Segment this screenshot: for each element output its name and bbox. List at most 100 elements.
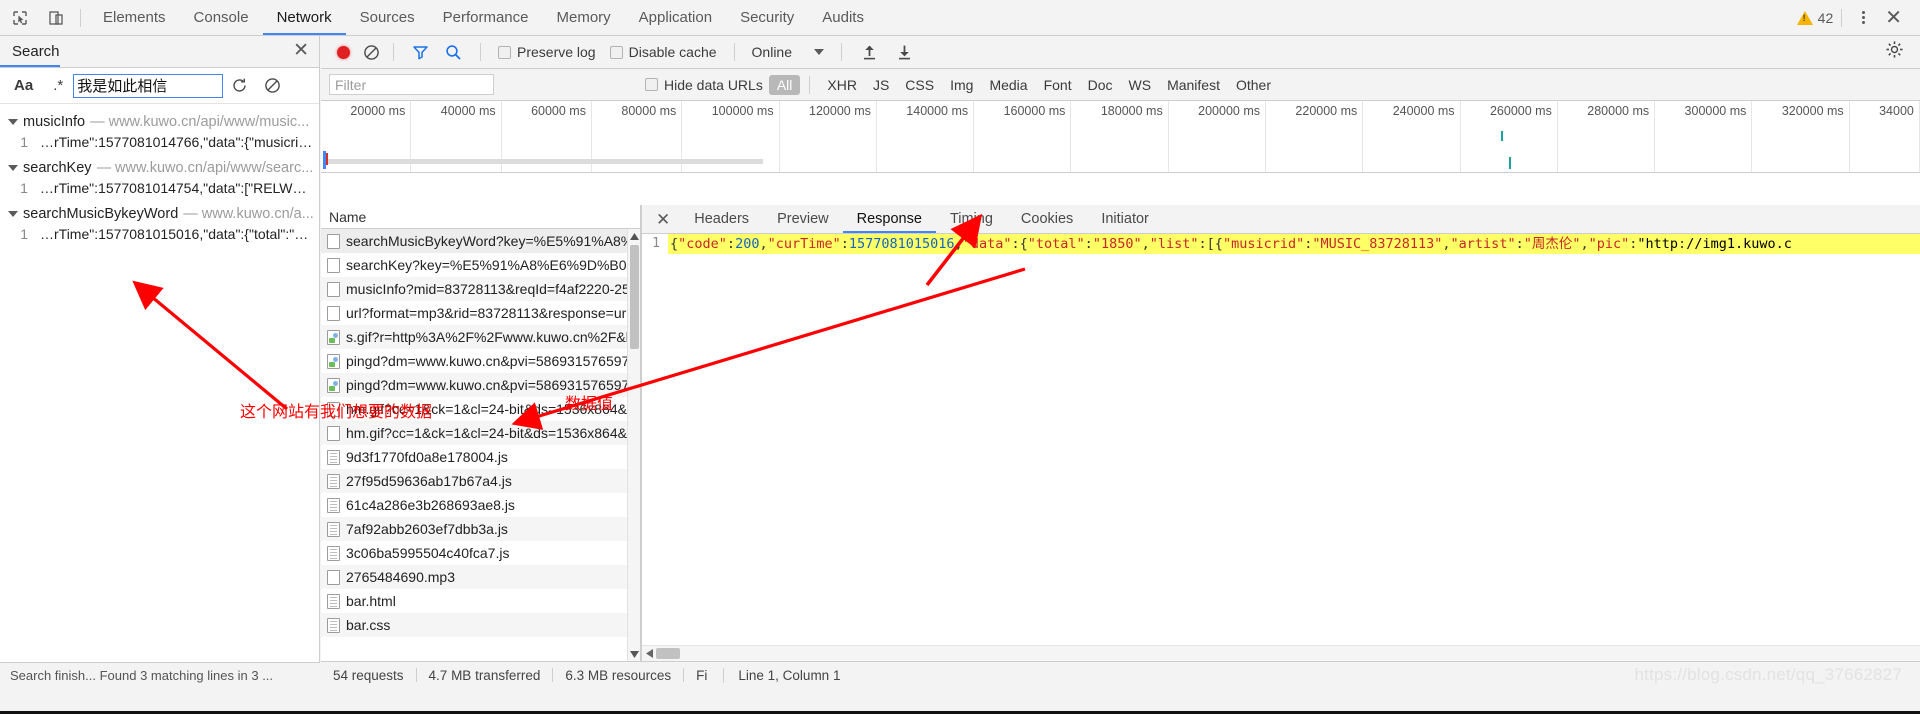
table-row[interactable]: searchMusicBykeyWord?key=%E5%91%A8%E6%9D…: [321, 229, 640, 253]
request-name: bar.html: [346, 593, 396, 609]
filter-icon[interactable]: [405, 44, 436, 60]
clear-search-icon[interactable]: [256, 77, 289, 94]
search-result-header[interactable]: musicInfo — www.kuwo.cn/api/www/music...: [0, 112, 319, 132]
record-button[interactable]: [337, 45, 350, 59]
filter-chip-img[interactable]: Img: [942, 75, 981, 95]
tab-audits[interactable]: Audits: [808, 0, 878, 35]
search-close-icon[interactable]: ✕: [293, 41, 309, 60]
tab-console[interactable]: Console: [180, 0, 263, 35]
network-settings-icon[interactable]: [1885, 40, 1912, 64]
table-row[interactable]: 27f95d59636ab17b67a4.js: [321, 469, 640, 493]
tab-application[interactable]: Application: [625, 0, 726, 35]
script-icon: [327, 497, 340, 513]
detail-close-icon[interactable]: ✕: [646, 211, 680, 228]
close-devtools-icon[interactable]: ✕: [1877, 8, 1910, 28]
search-result-header[interactable]: searchMusicBykeyWord — www.kuwo.cn/a...: [0, 204, 319, 224]
refresh-icon[interactable]: [223, 77, 256, 94]
scroll-up-icon[interactable]: [628, 229, 640, 243]
table-row[interactable]: 61c4a286e3b268693ae8.js: [321, 493, 640, 517]
regex-toggle[interactable]: .*: [43, 77, 73, 94]
response-body-viewer[interactable]: 1 {"code":200,"curTime":1577081015016,"d…: [642, 234, 1920, 644]
toolbar-divider-2: [1841, 8, 1843, 27]
table-row[interactable]: 7af92abb2603ef7dbb3a.js: [321, 517, 640, 541]
warning-counter[interactable]: 42: [1796, 10, 1833, 26]
match-case-toggle[interactable]: Aa: [4, 77, 43, 94]
tab-security[interactable]: Security: [726, 0, 808, 35]
filter-chip-css[interactable]: CSS: [897, 75, 942, 95]
preserve-log-checkbox[interactable]: Preserve log: [492, 44, 602, 60]
tab-headers[interactable]: Headers: [680, 205, 763, 233]
filter-chip-js[interactable]: JS: [865, 75, 897, 95]
filter-chip-font[interactable]: Font: [1036, 75, 1080, 95]
chevron-down-icon[interactable]: [8, 119, 18, 125]
filter-chip-xhr[interactable]: XHR: [819, 75, 865, 95]
tab-elements[interactable]: Elements: [89, 0, 180, 35]
search-icon[interactable]: [438, 44, 469, 61]
tab-response[interactable]: Response: [842, 205, 936, 233]
scrollbar-thumb[interactable]: [630, 245, 639, 349]
search-result-line[interactable]: 1 …rTime":1577081014754,"data":["RELWO…: [0, 178, 319, 198]
doc-icon: [327, 569, 340, 585]
tab-initiator[interactable]: Initiator: [1087, 205, 1163, 233]
table-row[interactable]: bar.css: [321, 613, 640, 637]
search-result-line[interactable]: 1 …rTime":1577081014766,"data":{"musicri…: [0, 132, 319, 152]
search-result-header[interactable]: searchKey — www.kuwo.cn/api/www/searc...: [0, 158, 319, 178]
request-list-column-header[interactable]: Name: [321, 205, 640, 229]
table-row[interactable]: pingd?dm=www.kuwo.cn&pvi=586931576597690…: [321, 373, 640, 397]
tab-sources[interactable]: Sources: [346, 0, 429, 35]
timeline-request-marker: [1501, 131, 1503, 141]
disable-cache-checkbox[interactable]: Disable cache: [604, 44, 723, 60]
filter-chip-other[interactable]: Other: [1228, 75, 1279, 95]
filter-chip-all[interactable]: All: [768, 74, 801, 95]
scroll-left-icon[interactable]: [642, 649, 656, 658]
request-name: searchMusicBykeyWord?key=%E5%91%A8%E6%9D…: [346, 233, 640, 249]
search-drawer-title[interactable]: Search: [0, 36, 60, 67]
filter-input[interactable]: [329, 74, 494, 95]
chevron-down-icon[interactable]: [8, 165, 18, 171]
table-row[interactable]: bar.html: [321, 589, 640, 613]
export-har-icon[interactable]: [888, 44, 921, 61]
table-row[interactable]: 9d3f1770fd0a8e178004.js: [321, 445, 640, 469]
inspect-element-icon[interactable]: [4, 4, 36, 32]
search-input[interactable]: [73, 73, 224, 98]
script-icon: [327, 521, 340, 537]
more-options-icon[interactable]: [1850, 11, 1877, 24]
chevron-down-icon[interactable]: [8, 211, 18, 217]
throttling-select[interactable]: Online: [746, 44, 830, 60]
tab-preview[interactable]: Preview: [763, 205, 843, 233]
table-row[interactable]: musicInfo?mid=83728113&reqId=f4af2220-25…: [321, 277, 640, 301]
filter-chip-ws[interactable]: WS: [1121, 75, 1160, 95]
request-name: s.gif?r=http%3A%2F%2Fwww.kuwo.cn%2F&l=ht…: [346, 329, 640, 345]
scrollbar-thumb[interactable]: [656, 648, 680, 659]
table-row[interactable]: pingd?dm=www.kuwo.cn&pvi=586931576597690…: [321, 349, 640, 373]
scroll-down-icon[interactable]: [628, 647, 640, 661]
tab-timing[interactable]: Timing: [936, 205, 1007, 233]
search-result-line[interactable]: 1 …rTime":1577081015016,"data":{"total":…: [0, 224, 319, 244]
table-row[interactable]: searchKey?key=%E5%91%A8%E6%9D%B0%E4%BC%A: [321, 253, 640, 277]
request-name: hm.gif?cc=1&ck=1&cl=24-bit&ds=1536x864&v…: [346, 425, 640, 441]
filter-chip-doc[interactable]: Doc: [1080, 75, 1121, 95]
script-icon: [327, 449, 340, 465]
import-har-icon[interactable]: [853, 44, 886, 61]
tab-network[interactable]: Network: [262, 0, 346, 35]
request-list-scrollbar[interactable]: [627, 229, 640, 661]
filter-chip-manifest[interactable]: Manifest: [1159, 75, 1228, 95]
tab-cookies[interactable]: Cookies: [1007, 205, 1087, 233]
table-row[interactable]: url?format=mp3&rid=83728113&response=url…: [321, 301, 640, 325]
timeline-tick: 200000 ms: [1169, 101, 1266, 172]
table-row[interactable]: hm.gif?cc=1&ck=1&cl=24-bit&ds=1536x864&v…: [321, 421, 640, 445]
clear-requests-icon[interactable]: [360, 44, 382, 61]
request-name: pingd?dm=www.kuwo.cn&pvi=586931576597690…: [346, 377, 640, 393]
filter-chip-media[interactable]: Media: [981, 75, 1035, 95]
request-name: 3c06ba5995504c40fca7.js: [346, 545, 510, 561]
response-horizontal-scrollbar[interactable]: [642, 645, 1920, 661]
tab-performance[interactable]: Performance: [429, 0, 543, 35]
table-row[interactable]: s.gif?r=http%3A%2F%2Fwww.kuwo.cn%2F&l=ht…: [321, 325, 640, 349]
tab-memory[interactable]: Memory: [543, 0, 625, 35]
device-toolbar-icon[interactable]: [40, 4, 72, 32]
hide-data-urls-checkbox[interactable]: Hide data URLs: [639, 77, 769, 93]
network-overview-timeline[interactable]: 20000 ms 40000 ms 60000 ms 80000 ms 1000…: [321, 101, 1920, 173]
table-row[interactable]: 3c06ba5995504c40fca7.js: [321, 541, 640, 565]
table-row[interactable]: hm.gif?cc=1&ck=1&cl=24-bit&ds=1536x864&v…: [321, 397, 640, 421]
table-row[interactable]: 2765484690.mp3: [321, 565, 640, 589]
